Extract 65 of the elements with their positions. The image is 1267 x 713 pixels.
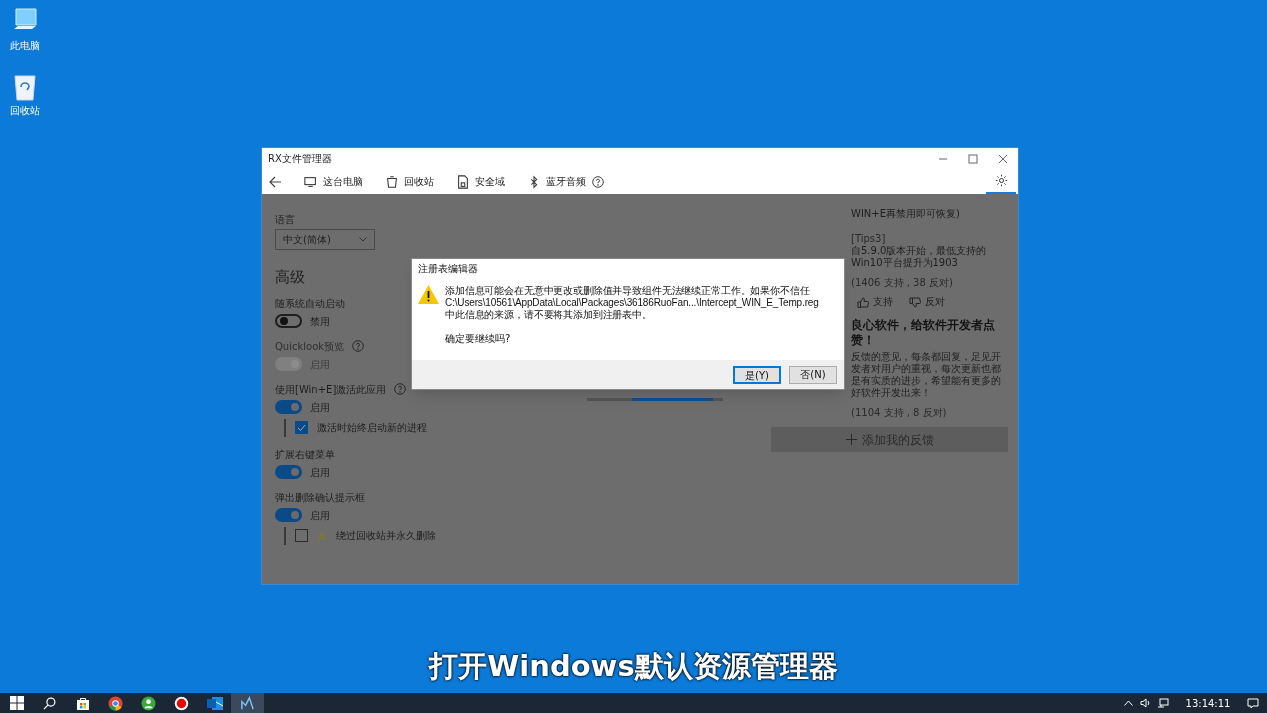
shopping-bag-icon[interactable] (75, 696, 90, 710)
monitor-icon (304, 174, 318, 189)
feedback-body: 反馈的意见，每条都回复，足见开发者对用户的重视，每次更新也都是有实质的进步，希望能有更多的好软件开发出来！ (851, 351, 1002, 399)
maximize-icon[interactable] (968, 153, 978, 164)
mail-app-icon[interactable] (206, 695, 223, 711)
toolbar-button[interactable]: 蓝牙音频 (527, 174, 586, 189)
desktop-icon-label: 此电脑 (10, 39, 40, 53)
chevron-up-icon[interactable] (1124, 700, 1133, 706)
checkbox-label: 激活时始终启动新的进程 (317, 421, 427, 435)
windows-logo-icon[interactable] (9, 696, 24, 710)
record-icon[interactable] (174, 695, 189, 711)
thumbs-down-icon (909, 296, 921, 308)
toggle-switch[interactable] (275, 400, 302, 414)
desktop-icon-label: 回收站 (10, 104, 40, 118)
help-icon[interactable] (592, 175, 604, 188)
chevron-down-icon (359, 237, 367, 242)
app-icon[interactable] (240, 695, 255, 711)
toolbar-button[interactable]: 安全域 (456, 174, 505, 189)
back-arrow-icon[interactable] (269, 175, 282, 188)
settings-icon (994, 174, 1008, 187)
toolbar-button[interactable]: 这台电脑 (304, 174, 363, 189)
setting-label: 弹出删除确认提示框 (275, 490, 365, 505)
checkmark-icon (297, 423, 306, 432)
vote-count: (1104 支持 , 8 反对) (851, 407, 947, 419)
dialog-question: 确定要继续吗? (445, 332, 512, 346)
notification-icon[interactable] (1247, 697, 1259, 709)
dialog-button[interactable]: 否(N) (789, 365, 837, 384)
setting-label: 扩展右键菜单 (275, 447, 335, 462)
document-lock-icon (456, 174, 470, 189)
checkbox[interactable] (295, 421, 308, 434)
clock-time: 13:14:11 (1185, 696, 1231, 711)
search-icon[interactable] (43, 696, 56, 710)
speaker-icon[interactable] (1140, 698, 1151, 708)
checkbox-label: 绕过回收站并永久删除 (336, 529, 436, 543)
chat-icon[interactable] (141, 695, 156, 711)
tip-title: [Tips3] (851, 233, 886, 245)
toolbar-button[interactable]: 回收站 (385, 174, 434, 189)
toggle-switch[interactable] (275, 314, 302, 328)
video-subtitle: 打开Windows默认资源管理器 (429, 648, 838, 685)
bin-icon (385, 174, 399, 189)
close-icon[interactable] (998, 153, 1008, 164)
language-label: 语言 (275, 213, 295, 227)
toggle-switch[interactable] (275, 465, 302, 479)
dialog-message: 添加信息可能会在无意中更改或删除值并导致组件无法继续正常工作。如果你不信任 C:\Users\10561\AppData\Local\Packages\36186RuoFan...\Intercept_WIN_E_Temp.reg 中此信息的来源，请不要将其添加到注册表中。 (445, 285, 819, 321)
tip-text: 自5.9.0版本开始，最低支持的Win10平台提升为1903 (851, 245, 988, 269)
feedback-text: WIN+E再禁用即可恢复) (851, 208, 960, 220)
toggle-state-label: 启用 (310, 400, 330, 415)
dialog-title: 注册表编辑器 (418, 262, 478, 276)
section-title: 高级 (275, 267, 305, 288)
vote-count: (1406 支持 , 38 反对) (851, 277, 953, 289)
feedback-heading: 良心软件，给软件开发者点赞！ (851, 318, 996, 348)
setting-label: 使用[Win+E]激活此应用 (275, 382, 387, 397)
window-title: RX文件管理器 (268, 152, 332, 166)
warning-icon (418, 285, 439, 304)
setting-label: 随系统自动启动 (275, 296, 345, 311)
checkbox[interactable] (295, 529, 308, 542)
plus-icon (845, 434, 857, 445)
browser-icon[interactable] (108, 695, 123, 711)
toggle-state-label: 启用 (310, 508, 330, 523)
thumbs-up-icon (857, 296, 869, 308)
toggle-state-label: 启用 (310, 465, 330, 480)
toggle-state-label: 禁用 (310, 314, 330, 329)
network-icon[interactable] (1157, 698, 1169, 708)
toggle-switch[interactable] (275, 508, 302, 522)
dialog-button[interactable]: 是(Y) (733, 365, 781, 384)
